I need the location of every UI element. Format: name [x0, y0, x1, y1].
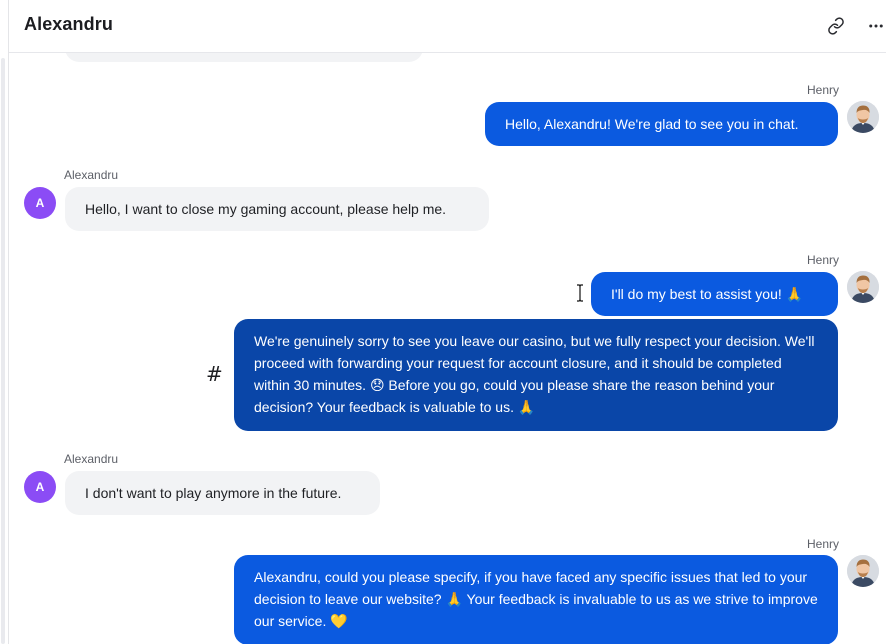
message-hash-marker[interactable]: #: [206, 362, 223, 386]
chat-header: Alexandru: [9, 0, 886, 53]
incoming-message-bubble[interactable]: Hello, I want to close my gaming account…: [65, 187, 489, 231]
sender-name: Alexandru: [64, 168, 119, 182]
chat-title: Alexandru: [24, 14, 113, 34]
customer-avatar: A: [24, 471, 56, 503]
agent-avatar: [847, 101, 879, 133]
outgoing-message-bubble[interactable]: I'll do my best to assist you! 🙏: [591, 272, 838, 316]
sender-name: Henry: [806, 253, 839, 267]
outgoing-message-bubble[interactable]: Hello, Alexandru! We're glad to see you …: [485, 102, 838, 146]
link-icon: [828, 17, 844, 35]
sender-name: Henry: [806, 83, 839, 97]
agent-photo-icon: [847, 101, 879, 133]
agent-photo-icon: [847, 555, 879, 587]
previous-message-bubble: [65, 52, 423, 62]
message-feed[interactable]: Henry Hello, Alexandru! We're glad to se…: [9, 52, 886, 644]
left-panel-edge: [0, 0, 9, 644]
agent-photo-icon: [847, 271, 879, 303]
outgoing-message-bubble[interactable]: We're genuinely sorry to see you leave o…: [234, 319, 838, 431]
copy-link-button[interactable]: [822, 12, 850, 40]
scrollbar[interactable]: [1, 58, 5, 644]
agent-avatar: [847, 555, 879, 587]
customer-avatar: A: [24, 187, 56, 219]
sender-name: Henry: [806, 537, 839, 551]
chat-app: Alexandru Henry Hello, Alexandru! We're …: [0, 0, 886, 644]
outgoing-message-bubble[interactable]: Alexandru, could you please specify, if …: [234, 555, 838, 644]
more-horizontal-icon: [869, 24, 883, 28]
incoming-message-bubble[interactable]: I don't want to play anymore in the futu…: [65, 471, 380, 515]
more-options-button[interactable]: [862, 12, 886, 40]
agent-avatar: [847, 271, 879, 303]
sender-name: Alexandru: [64, 452, 119, 466]
